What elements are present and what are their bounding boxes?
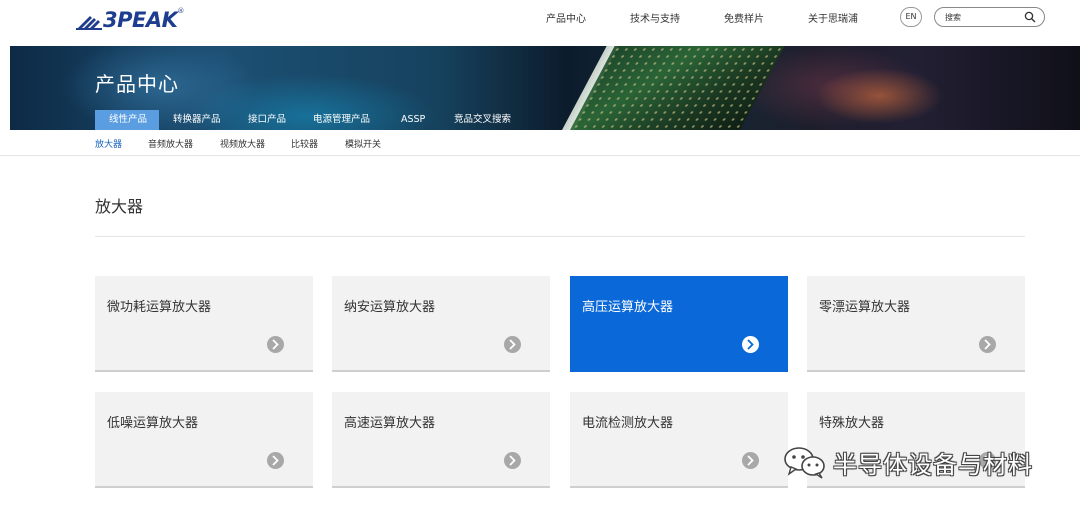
product-card-nanoamp-opamp[interactable]: 纳安运算放大器 (332, 276, 550, 372)
search-input[interactable] (945, 11, 1020, 23)
language-toggle-button[interactable]: EN (900, 7, 922, 27)
subtab-analog-switches[interactable]: 模拟开关 (345, 137, 381, 150)
wechat-icon (784, 447, 825, 479)
nav-free-samples[interactable]: 免费样片 (724, 10, 764, 26)
product-card-current-sense-amp[interactable]: 电流检测放大器 (570, 392, 788, 488)
category-tabs: 线性产品 转换器产品 接口产品 电源管理产品 ASSP 竞品交叉搜索 (95, 110, 524, 130)
chevron-right-icon[interactable] (742, 336, 759, 353)
tab-assp[interactable]: ASSP (401, 110, 441, 130)
watermark: 半导体设备与材料 (783, 444, 1033, 480)
card-label: 电流检测放大器 (582, 416, 674, 431)
logo-text: 3PEAK (103, 8, 178, 32)
chevron-right-icon[interactable] (504, 336, 521, 353)
product-card-zero-drift-opamp[interactable]: 零漂运算放大器 (807, 276, 1025, 372)
section-divider (95, 236, 1025, 237)
product-card-micropower-opamp[interactable]: 微功耗运算放大器 (95, 276, 313, 372)
subtab-audio-amplifiers[interactable]: 音频放大器 (148, 137, 193, 150)
chevron-right-icon[interactable] (504, 452, 521, 469)
product-card-low-noise-opamp[interactable]: 低噪运算放大器 (95, 392, 313, 488)
product-card-high-speed-opamp[interactable]: 高速运算放大器 (332, 392, 550, 488)
subtab-amplifiers[interactable]: 放大器 (95, 137, 122, 150)
top-navigation-bar: 3PEAK ® 产品中心 技术与支持 免费样片 关于思瑞浦 EN (0, 0, 1080, 46)
logo-registered-mark: ® (177, 7, 185, 15)
chevron-right-icon[interactable] (267, 336, 284, 353)
section-title: 放大器 (95, 197, 144, 216)
card-label: 特殊放大器 (819, 416, 885, 431)
card-label: 高速运算放大器 (344, 416, 436, 431)
chevron-right-icon[interactable] (742, 452, 759, 469)
subtab-comparators[interactable]: 比较器 (291, 137, 318, 150)
page-title: 产品中心 (95, 72, 179, 96)
nav-tech-support[interactable]: 技术与支持 (630, 10, 680, 26)
product-card-high-voltage-opamp[interactable]: 高压运算放大器 (570, 276, 788, 372)
search-box (934, 7, 1045, 27)
chevron-right-icon[interactable] (979, 336, 996, 353)
search-icon[interactable] (1024, 11, 1036, 23)
nav-about[interactable]: 关于思瑞浦 (808, 10, 858, 26)
nav-products[interactable]: 产品中心 (546, 10, 586, 26)
card-label: 低噪运算放大器 (107, 416, 199, 431)
logo[interactable]: 3PEAK ® (76, 6, 184, 34)
tab-competitor-cross-search[interactable]: 竞品交叉搜索 (454, 110, 524, 130)
card-label: 零漂运算放大器 (819, 300, 911, 315)
tab-linear-products[interactable]: 线性产品 (95, 110, 159, 130)
tab-power-management[interactable]: 电源管理产品 (313, 110, 389, 130)
logo-mark-icon (76, 16, 102, 30)
watermark-text: 半导体设备与材料 (833, 450, 1033, 479)
tab-converter-products[interactable]: 转换器产品 (173, 110, 239, 130)
tab-interface-products[interactable]: 接口产品 (248, 110, 304, 130)
card-label: 高压运算放大器 (582, 300, 674, 315)
chevron-right-icon[interactable] (267, 452, 284, 469)
subtab-video-amplifiers[interactable]: 视频放大器 (220, 137, 265, 150)
sub-category-tabs: 放大器 音频放大器 视频放大器 比较器 模拟开关 (0, 130, 1080, 156)
card-label: 微功耗运算放大器 (107, 300, 212, 315)
hero-banner: 产品中心 线性产品 转换器产品 接口产品 电源管理产品 ASSP 竞品交叉搜索 (10, 46, 1080, 130)
card-label: 纳安运算放大器 (344, 300, 436, 315)
